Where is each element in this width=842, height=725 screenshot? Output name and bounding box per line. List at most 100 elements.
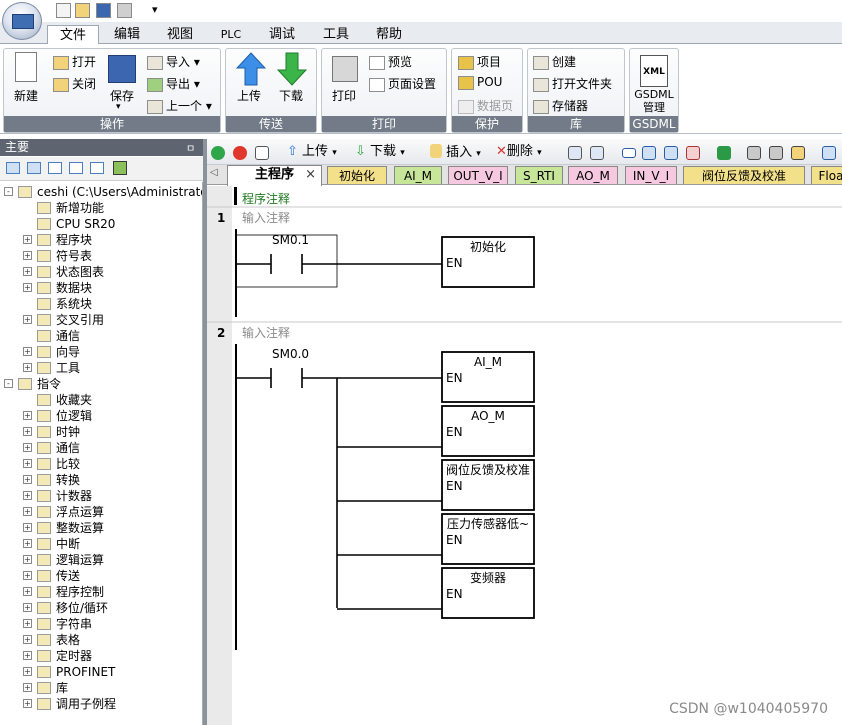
expand-icon[interactable]: + [23, 507, 32, 516]
expand-icon[interactable]: + [23, 443, 32, 452]
print-icon[interactable] [117, 3, 132, 18]
expand-icon[interactable]: + [23, 235, 32, 244]
tree-item[interactable]: 定时器 [56, 648, 92, 664]
bookmark-icon[interactable] [791, 146, 805, 160]
xml-file-icon[interactable]: XML [640, 55, 668, 87]
expand-icon[interactable]: + [23, 475, 32, 484]
network-comment[interactable]: 输入注释 [242, 210, 290, 225]
memory-button[interactable]: 存储器 [533, 97, 588, 114]
unlock-icon[interactable] [769, 146, 783, 160]
protect-pou-button[interactable]: POU [458, 75, 502, 90]
goto-icon[interactable] [717, 146, 731, 160]
open-folder-icon[interactable] [75, 3, 90, 18]
tree-item[interactable]: 程序块 [56, 232, 92, 248]
save-icon[interactable] [96, 3, 111, 18]
tree-item[interactable]: 系统块 [56, 296, 92, 312]
jump-back-icon[interactable] [642, 146, 656, 160]
page-icon[interactable] [48, 162, 62, 174]
protect-project-button[interactable]: 项目 [458, 53, 501, 70]
quick-access-dropdown[interactable]: ▾ [152, 3, 158, 16]
pou-tab[interactable]: Floa [811, 166, 842, 184]
pou-tab[interactable]: OUT_V_I [448, 166, 508, 184]
symbol-icon[interactable] [27, 162, 41, 174]
tree-item[interactable]: 程序控制 [56, 584, 104, 600]
pou-tab[interactable]: AO_M [568, 166, 618, 184]
open-folder-button[interactable]: 打开文件夹 [533, 75, 612, 92]
expand-icon[interactable]: + [23, 459, 32, 468]
pou-tab[interactable]: 初始化 [327, 166, 387, 184]
expand-icon[interactable]: + [23, 523, 32, 532]
print-button[interactable]: 打印 [332, 87, 356, 104]
tree-item[interactable]: 时钟 [56, 424, 80, 440]
network-comment[interactable]: 输入注释 [242, 325, 290, 340]
tree-item[interactable]: 数据块 [56, 280, 92, 296]
contact-address[interactable]: SM0.0 [272, 347, 309, 361]
page-setup-button[interactable]: 页面设置 [369, 75, 436, 92]
expand-icon[interactable]: + [23, 651, 32, 660]
tree-item[interactable]: CPU SR20 [56, 216, 115, 232]
expand-icon[interactable]: + [23, 603, 32, 612]
remove-icon[interactable] [686, 146, 700, 160]
tab-view[interactable]: 视图 [156, 25, 204, 44]
subroutine-name[interactable]: AI_M [474, 355, 502, 369]
pou-tab[interactable]: IN_V_I [625, 166, 677, 184]
pin-icon[interactable]: ㅁ [186, 140, 195, 155]
subroutine-name[interactable]: 压力传感器低~ [447, 516, 529, 531]
expand-icon[interactable]: + [23, 267, 32, 276]
new-file-icon[interactable] [56, 3, 71, 18]
import-button[interactable]: 导入 ▾ [147, 53, 200, 70]
expand-icon[interactable]: + [23, 571, 32, 580]
expand-icon[interactable]: + [23, 555, 32, 564]
upload-button[interactable]: 上传 [237, 87, 261, 104]
tab-tools[interactable]: 工具 [313, 25, 359, 44]
tree-item[interactable]: 交叉引用 [56, 312, 104, 328]
expand-icon[interactable]: + [23, 635, 32, 644]
tree-item[interactable]: 逻辑运算 [56, 552, 104, 568]
tree-item[interactable]: 通信 [56, 328, 80, 344]
toolbar-insert-button[interactable]: 插入 ▾ [430, 144, 481, 160]
data-icon[interactable] [90, 162, 104, 174]
tree-item[interactable]: 通信 [56, 440, 80, 456]
tree-item[interactable]: 浮点运算 [56, 504, 104, 520]
tree-item[interactable]: 指令 [37, 376, 61, 392]
view-icon[interactable] [6, 162, 20, 174]
create-library-button[interactable]: 创建 [533, 53, 576, 70]
table-icon[interactable] [69, 162, 83, 174]
tree-item[interactable]: 库 [56, 680, 68, 696]
tree-item[interactable]: 状态图表 [56, 264, 104, 280]
tree-item[interactable]: 位逻辑 [56, 408, 92, 424]
ladder-diagram[interactable]: 1 输入注释SM0.1 初始化EN2 输入注释SM0.0AI_MENAO_MEN阀位反… [207, 205, 842, 725]
toolbar-download-button[interactable]: ⇩ 下载 ▾ [355, 144, 405, 160]
branch-icon[interactable] [590, 146, 604, 160]
download-arrow-icon[interactable] [277, 52, 307, 86]
save-dropdown-arrow[interactable]: ▾ [116, 102, 121, 112]
tree-item[interactable]: 符号表 [56, 248, 92, 264]
tab-debug[interactable]: 调试 [258, 25, 306, 44]
tree-item[interactable]: 工具 [56, 360, 80, 376]
expand-icon[interactable]: + [23, 427, 32, 436]
tree-item[interactable]: 移位/循环 [56, 600, 108, 616]
run-icon[interactable] [211, 146, 225, 160]
pou-tab[interactable]: 阀位反馈及校准 [683, 166, 805, 184]
network-icon[interactable] [568, 146, 582, 160]
tree-item[interactable]: 新增功能 [56, 200, 104, 216]
close-tab-icon[interactable]: × [305, 166, 316, 184]
box-icon[interactable] [622, 148, 636, 158]
tab-plc[interactable]: PLC [210, 25, 252, 44]
tree-item[interactable]: 收藏夹 [56, 392, 92, 408]
tree-item[interactable]: 表格 [56, 632, 80, 648]
expand-icon[interactable]: + [23, 347, 32, 356]
stop-icon[interactable] [233, 146, 247, 160]
lock-icon[interactable] [747, 146, 761, 160]
more-tools-icon[interactable] [822, 146, 836, 160]
tree-item[interactable]: ceshi (C:\Users\Administrator\De [37, 184, 202, 200]
expand-icon[interactable]: + [23, 667, 32, 676]
gsdml-manage-button[interactable]: GSDML 管理 [633, 88, 675, 114]
expand-icon[interactable]: + [23, 363, 32, 372]
download-button[interactable]: 下载 [279, 87, 303, 104]
expand-icon[interactable]: + [23, 619, 32, 628]
expand-icon[interactable]: + [23, 491, 32, 500]
expand-icon[interactable]: + [23, 683, 32, 692]
pou-tab[interactable]: S_RTI [515, 166, 563, 184]
collapse-icon[interactable]: - [4, 379, 13, 388]
